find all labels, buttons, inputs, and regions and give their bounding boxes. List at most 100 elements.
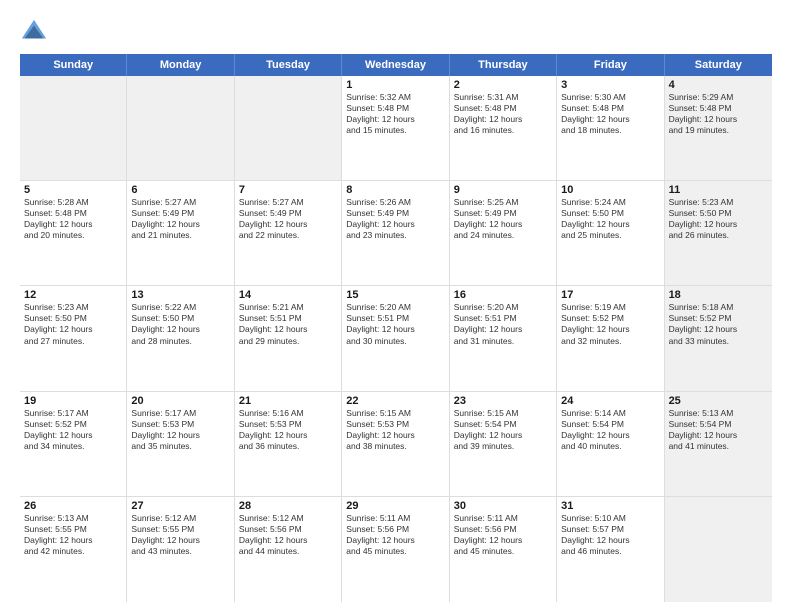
day-number: 10 <box>561 184 659 196</box>
calendar-cell: 10Sunrise: 5:24 AM Sunset: 5:50 PM Dayli… <box>557 181 664 285</box>
calendar-cell <box>20 76 127 180</box>
cell-info: Sunrise: 5:29 AM Sunset: 5:48 PM Dayligh… <box>669 92 768 136</box>
day-number: 22 <box>346 395 444 407</box>
day-number: 30 <box>454 500 552 512</box>
cell-info: Sunrise: 5:23 AM Sunset: 5:50 PM Dayligh… <box>669 197 768 241</box>
cell-info: Sunrise: 5:12 AM Sunset: 5:56 PM Dayligh… <box>239 513 337 557</box>
calendar-cell: 26Sunrise: 5:13 AM Sunset: 5:55 PM Dayli… <box>20 497 127 602</box>
calendar-cell: 12Sunrise: 5:23 AM Sunset: 5:50 PM Dayli… <box>20 286 127 390</box>
day-number: 25 <box>669 395 768 407</box>
cell-info: Sunrise: 5:24 AM Sunset: 5:50 PM Dayligh… <box>561 197 659 241</box>
calendar-cell: 1Sunrise: 5:32 AM Sunset: 5:48 PM Daylig… <box>342 76 449 180</box>
cell-info: Sunrise: 5:20 AM Sunset: 5:51 PM Dayligh… <box>346 302 444 346</box>
calendar-cell: 25Sunrise: 5:13 AM Sunset: 5:54 PM Dayli… <box>665 392 772 496</box>
calendar-cell: 11Sunrise: 5:23 AM Sunset: 5:50 PM Dayli… <box>665 181 772 285</box>
cell-info: Sunrise: 5:19 AM Sunset: 5:52 PM Dayligh… <box>561 302 659 346</box>
calendar-cell: 14Sunrise: 5:21 AM Sunset: 5:51 PM Dayli… <box>235 286 342 390</box>
day-number: 4 <box>669 79 768 91</box>
day-number: 31 <box>561 500 659 512</box>
calendar-cell: 5Sunrise: 5:28 AM Sunset: 5:48 PM Daylig… <box>20 181 127 285</box>
cell-info: Sunrise: 5:28 AM Sunset: 5:48 PM Dayligh… <box>24 197 122 241</box>
day-number: 19 <box>24 395 122 407</box>
day-number: 7 <box>239 184 337 196</box>
day-number: 1 <box>346 79 444 91</box>
calendar-cell: 20Sunrise: 5:17 AM Sunset: 5:53 PM Dayli… <box>127 392 234 496</box>
cell-info: Sunrise: 5:12 AM Sunset: 5:55 PM Dayligh… <box>131 513 229 557</box>
calendar-cell: 18Sunrise: 5:18 AM Sunset: 5:52 PM Dayli… <box>665 286 772 390</box>
day-number: 2 <box>454 79 552 91</box>
day-number: 21 <box>239 395 337 407</box>
calendar-row: 19Sunrise: 5:17 AM Sunset: 5:52 PM Dayli… <box>20 392 772 497</box>
day-number: 24 <box>561 395 659 407</box>
day-number: 18 <box>669 289 768 301</box>
day-number: 3 <box>561 79 659 91</box>
day-number: 27 <box>131 500 229 512</box>
calendar-row: 1Sunrise: 5:32 AM Sunset: 5:48 PM Daylig… <box>20 76 772 181</box>
header <box>20 18 772 46</box>
cell-info: Sunrise: 5:11 AM Sunset: 5:56 PM Dayligh… <box>454 513 552 557</box>
cell-info: Sunrise: 5:11 AM Sunset: 5:56 PM Dayligh… <box>346 513 444 557</box>
header-day-wednesday: Wednesday <box>342 54 449 76</box>
header-day-thursday: Thursday <box>450 54 557 76</box>
header-day-saturday: Saturday <box>665 54 772 76</box>
day-number: 12 <box>24 289 122 301</box>
day-number: 9 <box>454 184 552 196</box>
calendar-cell: 2Sunrise: 5:31 AM Sunset: 5:48 PM Daylig… <box>450 76 557 180</box>
cell-info: Sunrise: 5:22 AM Sunset: 5:50 PM Dayligh… <box>131 302 229 346</box>
day-number: 14 <box>239 289 337 301</box>
cell-info: Sunrise: 5:31 AM Sunset: 5:48 PM Dayligh… <box>454 92 552 136</box>
calendar-cell: 15Sunrise: 5:20 AM Sunset: 5:51 PM Dayli… <box>342 286 449 390</box>
day-number: 20 <box>131 395 229 407</box>
calendar-cell: 30Sunrise: 5:11 AM Sunset: 5:56 PM Dayli… <box>450 497 557 602</box>
calendar-cell: 22Sunrise: 5:15 AM Sunset: 5:53 PM Dayli… <box>342 392 449 496</box>
cell-info: Sunrise: 5:21 AM Sunset: 5:51 PM Dayligh… <box>239 302 337 346</box>
cell-info: Sunrise: 5:30 AM Sunset: 5:48 PM Dayligh… <box>561 92 659 136</box>
calendar-cell: 27Sunrise: 5:12 AM Sunset: 5:55 PM Dayli… <box>127 497 234 602</box>
calendar-cell: 19Sunrise: 5:17 AM Sunset: 5:52 PM Dayli… <box>20 392 127 496</box>
calendar-cell: 29Sunrise: 5:11 AM Sunset: 5:56 PM Dayli… <box>342 497 449 602</box>
day-number: 11 <box>669 184 768 196</box>
day-number: 8 <box>346 184 444 196</box>
calendar-row: 5Sunrise: 5:28 AM Sunset: 5:48 PM Daylig… <box>20 181 772 286</box>
cell-info: Sunrise: 5:16 AM Sunset: 5:53 PM Dayligh… <box>239 408 337 452</box>
day-number: 29 <box>346 500 444 512</box>
header-day-friday: Friday <box>557 54 664 76</box>
calendar-cell: 6Sunrise: 5:27 AM Sunset: 5:49 PM Daylig… <box>127 181 234 285</box>
calendar-cell: 31Sunrise: 5:10 AM Sunset: 5:57 PM Dayli… <box>557 497 664 602</box>
day-number: 16 <box>454 289 552 301</box>
day-number: 15 <box>346 289 444 301</box>
header-day-sunday: Sunday <box>20 54 127 76</box>
cell-info: Sunrise: 5:25 AM Sunset: 5:49 PM Dayligh… <box>454 197 552 241</box>
header-day-tuesday: Tuesday <box>235 54 342 76</box>
day-number: 5 <box>24 184 122 196</box>
calendar-cell: 3Sunrise: 5:30 AM Sunset: 5:48 PM Daylig… <box>557 76 664 180</box>
calendar-cell: 21Sunrise: 5:16 AM Sunset: 5:53 PM Dayli… <box>235 392 342 496</box>
calendar-cell: 7Sunrise: 5:27 AM Sunset: 5:49 PM Daylig… <box>235 181 342 285</box>
day-number: 23 <box>454 395 552 407</box>
cell-info: Sunrise: 5:27 AM Sunset: 5:49 PM Dayligh… <box>239 197 337 241</box>
cell-info: Sunrise: 5:26 AM Sunset: 5:49 PM Dayligh… <box>346 197 444 241</box>
cell-info: Sunrise: 5:27 AM Sunset: 5:49 PM Dayligh… <box>131 197 229 241</box>
day-number: 13 <box>131 289 229 301</box>
cell-info: Sunrise: 5:32 AM Sunset: 5:48 PM Dayligh… <box>346 92 444 136</box>
cell-info: Sunrise: 5:20 AM Sunset: 5:51 PM Dayligh… <box>454 302 552 346</box>
cell-info: Sunrise: 5:17 AM Sunset: 5:52 PM Dayligh… <box>24 408 122 452</box>
logo <box>20 18 52 46</box>
calendar-header: SundayMondayTuesdayWednesdayThursdayFrid… <box>20 54 772 76</box>
cell-info: Sunrise: 5:13 AM Sunset: 5:54 PM Dayligh… <box>669 408 768 452</box>
calendar-cell: 23Sunrise: 5:15 AM Sunset: 5:54 PM Dayli… <box>450 392 557 496</box>
calendar-body: 1Sunrise: 5:32 AM Sunset: 5:48 PM Daylig… <box>20 76 772 602</box>
logo-icon <box>20 18 48 46</box>
day-number: 28 <box>239 500 337 512</box>
calendar-cell: 24Sunrise: 5:14 AM Sunset: 5:54 PM Dayli… <box>557 392 664 496</box>
cell-info: Sunrise: 5:13 AM Sunset: 5:55 PM Dayligh… <box>24 513 122 557</box>
calendar-cell: 9Sunrise: 5:25 AM Sunset: 5:49 PM Daylig… <box>450 181 557 285</box>
header-day-monday: Monday <box>127 54 234 76</box>
cell-info: Sunrise: 5:14 AM Sunset: 5:54 PM Dayligh… <box>561 408 659 452</box>
calendar-cell: 8Sunrise: 5:26 AM Sunset: 5:49 PM Daylig… <box>342 181 449 285</box>
calendar-cell <box>127 76 234 180</box>
calendar: SundayMondayTuesdayWednesdayThursdayFrid… <box>20 54 772 602</box>
day-number: 6 <box>131 184 229 196</box>
calendar-row: 26Sunrise: 5:13 AM Sunset: 5:55 PM Dayli… <box>20 497 772 602</box>
calendar-cell <box>665 497 772 602</box>
